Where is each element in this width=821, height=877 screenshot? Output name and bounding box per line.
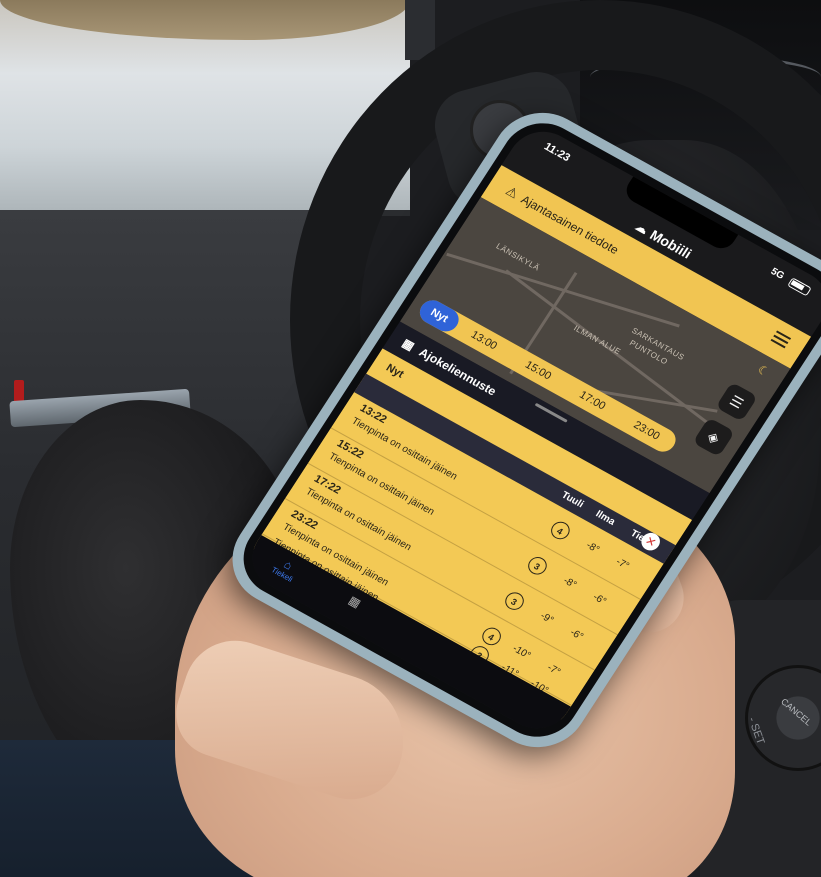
time-chip[interactable]: 13:00 [453, 321, 514, 361]
map-place-label: ILMAN ALUE [572, 323, 623, 357]
layers-button[interactable]: ☰ [715, 381, 759, 422]
wind-speed-icon: 3 [501, 589, 528, 614]
air-temp: -10° [510, 643, 533, 662]
layers-icon: ☰ [727, 391, 747, 412]
battery-icon [787, 277, 812, 297]
road-temp: -6° [567, 627, 586, 643]
air-temp: -8° [561, 575, 579, 591]
time-chip[interactable]: 15:00 [508, 351, 569, 391]
road-temp: -6° [590, 591, 609, 608]
road-temp: -7° [544, 662, 563, 678]
menu-icon[interactable] [770, 330, 792, 349]
warning-icon: ⚠ [503, 183, 522, 202]
time-chip[interactable]: 23:00 [616, 411, 677, 451]
air-temp: -8° [583, 540, 602, 556]
wind-speed-icon: 3 [524, 553, 551, 578]
network-indicator: 5G [768, 266, 787, 282]
app-logo-icon: ☁ [632, 219, 651, 237]
now-label: Nyt [383, 361, 406, 381]
wind-speed-icon: 4 [547, 518, 574, 543]
snowy-roof-edge [0, 0, 410, 40]
locate-button[interactable]: ◈ [692, 417, 736, 458]
col-air: Ilma [593, 508, 617, 528]
crosshair-icon: ◈ [704, 427, 724, 447]
car-interior-scene: CANCEL - SET 11:23 5G ☁ Mobiili ⚠ Ajanta… [0, 0, 821, 877]
time-chip[interactable]: 17:00 [562, 381, 623, 421]
road-temp: -7° [613, 556, 632, 573]
moon-icon: ☾ [754, 362, 772, 380]
air-temp: -9° [538, 610, 556, 627]
calendar-icon: ▦ [399, 335, 418, 354]
map-place-label: LÄNSIKYLÄ [494, 241, 542, 273]
